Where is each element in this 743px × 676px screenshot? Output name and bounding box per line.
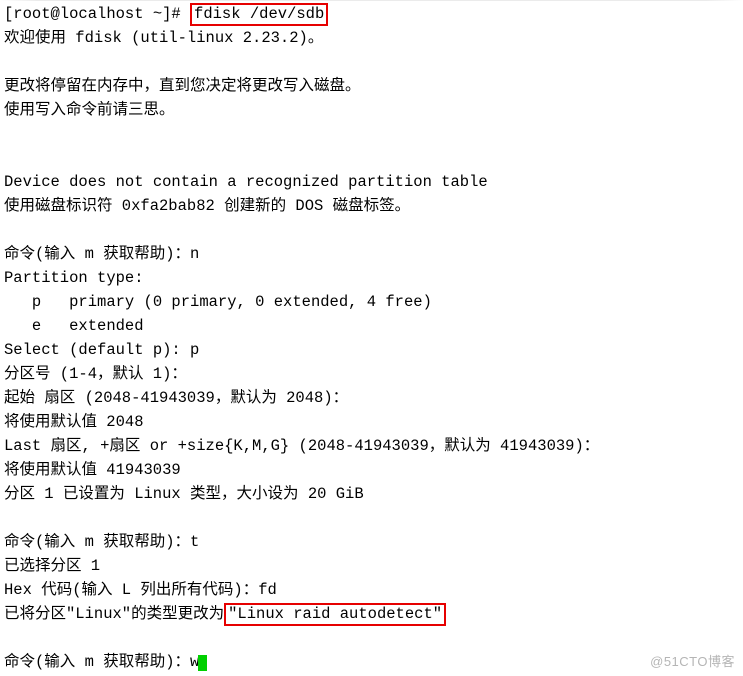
command-text: fdisk /dev/sdb (194, 5, 324, 23)
cmd-label: 命令(输入 m 获取帮助)： (4, 533, 190, 551)
blank-line (4, 146, 739, 170)
select-default: Select (default p): p (4, 338, 739, 362)
use-default-2: 将使用默认值 41943039 (4, 458, 739, 482)
input-t: t (190, 533, 199, 551)
partition-number: 分区号 (1-4，默认 1)： (4, 362, 739, 386)
terminal-output: [root@localhost ~]# fdisk /dev/sdb 欢迎使用 … (4, 2, 739, 674)
terminal-cursor (198, 655, 207, 671)
command-highlight: fdisk /dev/sdb (190, 3, 328, 26)
hex-prompt: Hex 代码(输入 L 列出所有代码)：fd (4, 578, 739, 602)
changed-prefix: 已将分区"Linux"的类型更改为 (4, 605, 224, 623)
changes-note-1: 更改将停留在内存中，直到您决定将更改写入磁盘。 (4, 74, 739, 98)
last-sector: Last 扇区, +扇区 or +size{K,M,G} (2048-41943… (4, 434, 739, 458)
device-msg: Device does not contain a recognized par… (4, 170, 739, 194)
cmd-prompt-2: 命令(输入 m 获取帮助)：t (4, 530, 739, 554)
blank-line (4, 626, 739, 650)
watermark-text: @51CTO博客 (650, 652, 735, 672)
ptype-primary: p primary (0 primary, 0 extended, 4 free… (4, 290, 739, 314)
cmd-label: 命令(输入 m 获取帮助)： (4, 653, 190, 671)
cmd-prompt-3[interactable]: 命令(输入 m 获取帮助)：w (4, 650, 739, 674)
ptype-header: Partition type: (4, 266, 739, 290)
blank-line (4, 50, 739, 74)
changed-type-text: "Linux raid autodetect" (228, 605, 442, 623)
blank-line (4, 506, 739, 530)
welcome-line: 欢迎使用 fdisk (util-linux 2.23.2)。 (4, 26, 739, 50)
input-fd: fd (258, 581, 277, 599)
input-n: n (190, 245, 199, 263)
ptype-extended: e extended (4, 314, 739, 338)
cmd-prompt-1: 命令(输入 m 获取帮助)：n (4, 242, 739, 266)
blank-line (4, 218, 739, 242)
cmd-label: 命令(输入 m 获取帮助)： (4, 245, 190, 263)
hex-label: Hex 代码(输入 L 列出所有代码)： (4, 581, 258, 599)
selected-partition: 已选择分区 1 (4, 554, 739, 578)
input-p: p (190, 341, 199, 359)
changes-note-2: 使用写入命令前请三思。 (4, 98, 739, 122)
shell-prompt: [root@localhost ~]# (4, 5, 190, 23)
disk-identifier: 使用磁盘标识符 0xfa2bab82 创建新的 DOS 磁盘标签。 (4, 194, 739, 218)
prompt-line: [root@localhost ~]# fdisk /dev/sdb (4, 2, 739, 26)
top-border-line (0, 0, 743, 1)
select-label: Select (default p): (4, 341, 190, 359)
blank-line (4, 122, 739, 146)
type-changed: 已将分区"Linux"的类型更改为"Linux raid autodetect" (4, 602, 739, 626)
type-highlight: "Linux raid autodetect" (224, 603, 446, 626)
partition-set: 分区 1 已设置为 Linux 类型，大小设为 20 GiB (4, 482, 739, 506)
use-default-1: 将使用默认值 2048 (4, 410, 739, 434)
start-sector: 起始 扇区 (2048-41943039，默认为 2048)： (4, 386, 739, 410)
